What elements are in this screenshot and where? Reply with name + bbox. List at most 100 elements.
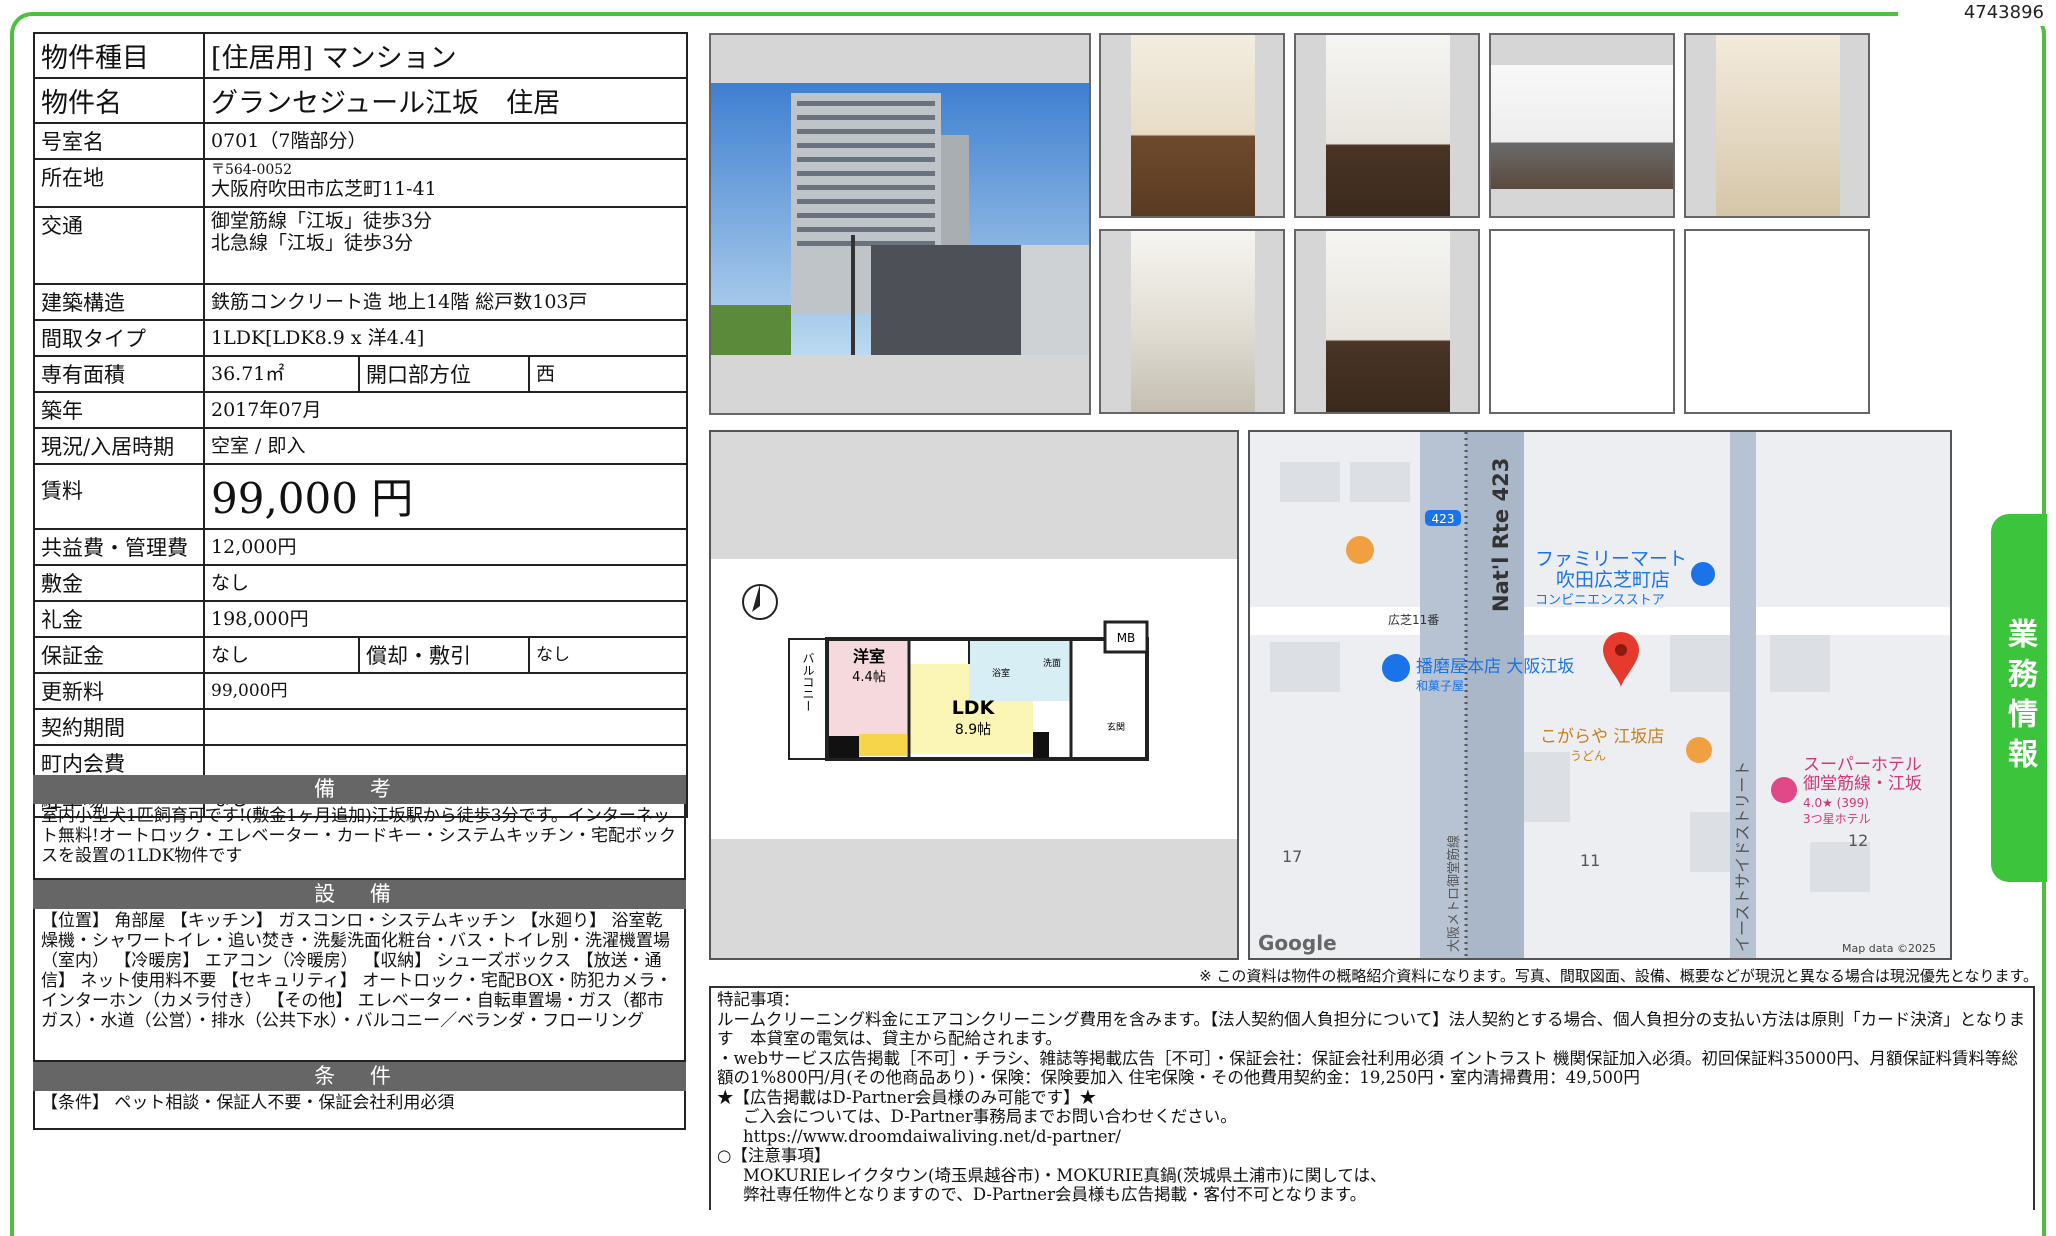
floor-plan[interactable]: 洋室 4.4帖 LDK 8.9帖 バルコニー MB 玄関 洗面 浴室 — [709, 430, 1239, 960]
street-label: イーストサイドストリート — [1733, 761, 1752, 952]
thumb-entrance[interactable] — [1099, 33, 1285, 218]
deposit-value: なし — [202, 564, 689, 602]
room1-size: 4.4帖 — [852, 670, 886, 685]
amort-label: 償却・敷引 — [358, 636, 530, 674]
ldk-size: 8.9帖 — [955, 722, 991, 738]
area-label: 専有面積 — [33, 355, 205, 393]
map-canvas[interactable]: 423 Nat'l Rte 423 ファミリーマート 吹田広芝町店 コンビニエン… — [1250, 432, 1950, 958]
remarks-text: 室内小型犬1匹飼育可です!(敷金1ヶ月追加)江坂駅から徒歩3分です。インターネッ… — [33, 804, 686, 880]
thumb-washroom[interactable] — [1099, 229, 1285, 414]
notes-mokurie: MOKURIEレイクタウン(埼玉県越谷市)・MOKURIE真鍋(茨城県土浦市)に… — [743, 1165, 1387, 1185]
store-icon — [1691, 562, 1715, 586]
room-value: 0701（7階部分） — [202, 122, 689, 160]
notes-cleaning: ルームクリーニング料金にエアコンクリーニング費用を含みます。【法人契約個人負担分… — [717, 1009, 2026, 1049]
block-11: 11 — [1580, 851, 1600, 870]
structure-label: 建築構造 — [33, 283, 205, 321]
thumb-toilet[interactable] — [1684, 33, 1870, 218]
bath-label: 浴室 — [992, 667, 1010, 679]
fee-value: 12,000円 — [202, 528, 689, 566]
familymart-label-2: 吹田広芝町店 — [1556, 569, 1670, 591]
address-zip: 〒564-0052 — [211, 162, 293, 178]
block-17: 17 — [1282, 847, 1302, 866]
udon-icon — [1686, 737, 1712, 763]
mb-label: MB — [1117, 631, 1136, 645]
deposit-label: 敷金 — [33, 564, 205, 602]
notes-url[interactable]: https://www.droomdaiwaliving.net/d-partn… — [717, 1127, 2027, 1147]
renewal-label: 更新料 — [33, 672, 205, 710]
washroom-label: 洗面 — [1043, 657, 1061, 669]
property-spec-table: 物件種目 [住居用] マンション 物件名 グランセジュール江坂 住居 号室名 0701… — [33, 32, 689, 818]
shop-icon — [1382, 654, 1410, 682]
business-info-tab[interactable]: 業務情報 — [1991, 514, 2047, 882]
type-label: 物件種目 — [33, 32, 205, 79]
hotel-label-1: スーパーホテル — [1803, 755, 1922, 775]
route-badge-text: 423 — [1432, 512, 1455, 526]
google-logo: Google — [1258, 931, 1337, 955]
layout-value: 1LDK[LDK8.9 x 洋4.4] — [202, 319, 689, 357]
room1-name: 洋室 — [853, 647, 885, 666]
fee-label: 共益費・管理費 — [33, 528, 205, 566]
hotel-icon — [1771, 777, 1797, 803]
renewal-value: 99,000円 — [202, 672, 689, 710]
rent-value: 99,000 円 — [202, 463, 689, 530]
facilities-header: 設 備 — [33, 880, 686, 909]
ldk-name: LDK — [952, 697, 996, 719]
hotel-sub: 3つ星ホテル — [1803, 812, 1871, 826]
address-label: 所在地 — [33, 158, 205, 208]
location-map[interactable]: 423 Nat'l Rte 423 ファミリーマート 吹田広芝町店 コンビニエン… — [1248, 430, 1952, 960]
notes-contact: ご入会については、D-Partner事務局までお問い合わせください。 — [743, 1107, 1237, 1126]
facing-label: 開口部方位 — [358, 355, 530, 393]
familymart-sub: コンビニエンスストア — [1535, 593, 1665, 608]
harima-sub: 和菓子屋 — [1416, 679, 1464, 693]
name-value: グランセジュール江坂 住居 — [202, 77, 689, 124]
harima-label: 播磨屋本店 大阪江坂 — [1416, 657, 1574, 677]
amort-value: なし — [527, 636, 689, 674]
conditions-header: 条 件 — [33, 1062, 686, 1091]
guarantee-value: なし — [203, 636, 360, 674]
remarks-header: 備 考 — [33, 775, 686, 804]
thumb-hallway[interactable] — [1294, 33, 1480, 218]
keymoney-value: 198,000円 — [202, 600, 689, 638]
access-cell: 御堂筋線「江坂」徒歩3分 北急線「江坂」徒歩3分 — [202, 206, 689, 285]
kogaraya-label: こがらや 江坂店 — [1540, 727, 1664, 747]
floor-plan-drawing: 洋室 4.4帖 LDK 8.9帖 バルコニー MB 玄関 洗面 浴室 — [742, 584, 1149, 761]
keymoney-label: 礼金 — [33, 600, 205, 638]
block-12: 12 — [1848, 831, 1868, 850]
address-cell: 〒564-0052 大阪府吹田市広芝町11-41 — [202, 158, 689, 208]
entrance-label: 玄関 — [1107, 721, 1125, 733]
map-attribution: Map data ©2025 — [1842, 942, 1936, 955]
built-value: 2017年07月 — [202, 391, 689, 429]
hotel-rating: 4.0★ (399) — [1803, 796, 1869, 810]
access-line-2: 北急線「江坂」徒歩3分 — [211, 232, 414, 254]
term-value — [202, 708, 689, 746]
layout-label: 間取タイプ — [33, 319, 205, 357]
status-label: 現況/入居時期 — [33, 427, 205, 465]
access-label: 交通 — [33, 206, 205, 285]
facilities-text: 【位置】 角部屋 【キッチン】 ガスコンロ・システムキッチン 【水廻り】 浴室乾… — [33, 909, 686, 1062]
building-image — [711, 83, 1089, 413]
building-photo[interactable] — [709, 33, 1091, 415]
business-info-tab-label: 業務情報 — [2002, 618, 2037, 778]
facing-value: 西 — [527, 355, 689, 393]
thumb-kitchen[interactable] — [1489, 33, 1675, 218]
structure-value: 鉄筋コンクリート造 地上14階 総戸数103戸 — [202, 283, 689, 321]
conditions-text: 【条件】 ペット相談・保証人不要・保証会社利用必須 — [33, 1091, 686, 1130]
name-label: 物件名 — [33, 77, 205, 124]
notes-caution: ○【注意事項】 — [717, 1146, 831, 1165]
room-label: 号室名 — [33, 122, 205, 160]
special-notes: 特記事項： ルームクリーニング料金にエアコンクリーニング費用を含みます。【法人契… — [709, 986, 2035, 1210]
metro-label: 大阪メトロ御堂筋線 — [1446, 835, 1462, 952]
notes-exclusive: 弊社専任物件となりますので、D-Partner会員様も広告掲載・客付不可となりま… — [743, 1185, 1367, 1204]
north-arrow-icon — [742, 584, 778, 620]
intersection-label: 広芝11番 — [1388, 612, 1439, 627]
familymart-label: ファミリーマート — [1535, 548, 1687, 570]
hotel-label-2: 御堂筋線・江坂 — [1803, 774, 1922, 794]
thumb-room[interactable] — [1294, 229, 1480, 414]
notes-title: 特記事項： — [717, 990, 800, 1009]
kogaraya-sub: うどん — [1570, 749, 1606, 763]
disclaimer: ※ この資料は物件の概略紹介資料になります。写真、間取図面、設備、概要などが現況… — [1199, 967, 2038, 985]
rent-label: 賃料 — [33, 463, 205, 530]
address-value: 大阪府吹田市広芝町11-41 — [211, 178, 437, 200]
term-label: 契約期間 — [33, 708, 205, 746]
thumb-empty-1 — [1489, 229, 1675, 414]
